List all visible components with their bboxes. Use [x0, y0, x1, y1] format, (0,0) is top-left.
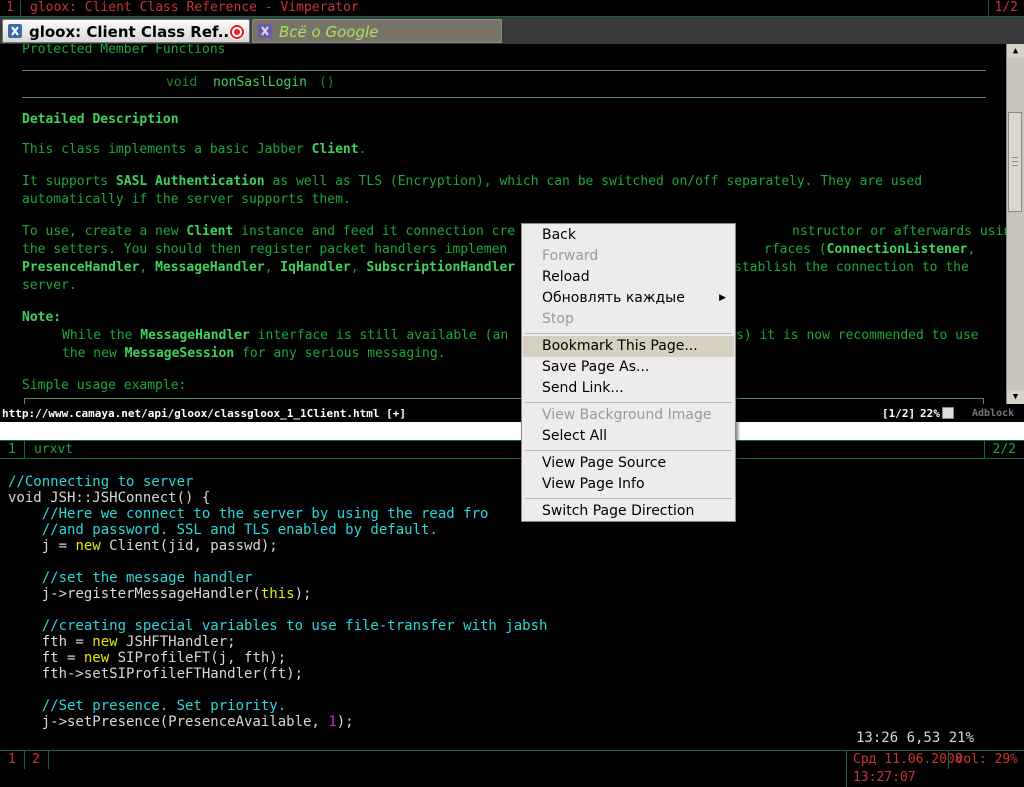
menu-item-view-background[interactable]: View Background Image — [523, 405, 734, 426]
code-line: j->setPresence(PresenceAvailable, 1); — [8, 714, 354, 730]
menu-item-send-link[interactable]: Send Link... — [523, 378, 734, 399]
sasl-link[interactable]: SASL Authentication — [116, 174, 265, 189]
code-line: //and password. SSL and TLS enabled by d… — [8, 522, 438, 538]
tab-gloox[interactable]: gloox: Client Class Ref... — [2, 19, 250, 43]
workspace-2[interactable]: 2 — [24, 751, 49, 769]
status-zoom: 22% — [920, 407, 940, 420]
code-line: //Connecting to server — [8, 474, 194, 490]
code-line: fth = new JSHFTHandler; — [8, 634, 236, 650]
usage-example-heading: Simple usage example: — [22, 378, 187, 393]
context-menu: Back Forward Reload Обновлять каждые ▶ St… — [521, 223, 736, 522]
menu-item-save-page[interactable]: Save Page As... — [523, 357, 734, 378]
menu-item-refresh-every[interactable]: Обновлять каждые ▶ — [523, 288, 734, 309]
menu-item-select-all[interactable]: Select All — [523, 426, 734, 447]
paragraph-3-line-3: PresenceHandler, MessageHandler, IqHandl… — [22, 260, 969, 275]
page-favicon-icon — [258, 24, 272, 38]
terminal-window-number[interactable]: 1 — [0, 441, 25, 458]
code-line: //Set presence. Set priority. — [8, 698, 287, 714]
menu-item-stop[interactable]: Stop — [523, 309, 734, 330]
page-status-icon[interactable] — [942, 407, 954, 419]
paragraph-1: This class implements a basic Jabber Cli… — [22, 142, 367, 157]
presence-handler-link[interactable]: PresenceHandler — [22, 260, 139, 275]
note-text: While the MessageHandler interface is st… — [62, 328, 979, 343]
menu-separator — [525, 333, 732, 334]
menu-separator — [525, 498, 732, 499]
terminal-editor[interactable]: //Connecting to server void JSH::JSHConne… — [0, 458, 1024, 750]
section-heading: Protected Member Functions — [22, 44, 226, 57]
paragraph-2: It supports SASL Authentication as well … — [22, 174, 923, 189]
subscription-handler-link[interactable]: SubscriptionHandler — [366, 260, 515, 275]
menu-item-forward[interactable]: Forward — [523, 246, 734, 267]
divider — [22, 97, 986, 98]
tab-close-icon[interactable] — [229, 24, 245, 40]
code-line: j->registerMessageHandler(this); — [8, 586, 312, 602]
scrollbar-thumb[interactable] — [1008, 112, 1022, 212]
code-line: //creating special variables to use file… — [8, 618, 548, 634]
menu-item-bookmark[interactable]: Bookmark This Page... — [523, 336, 734, 357]
status-tab-position: [1/2] — [882, 407, 916, 420]
web-page-content: Protected Member Functions void nonSaslL… — [0, 44, 1006, 404]
code-line: //set the message handler — [8, 570, 253, 586]
volume: vol: 29% — [948, 751, 1024, 769]
method-return-type: void — [166, 75, 198, 90]
menu-item-reload[interactable]: Reload — [523, 267, 734, 288]
menu-separator — [525, 402, 732, 403]
code-line: fth->setSIProfileFTHandler(ft); — [8, 666, 304, 682]
terminal-title-bar: 1 urxvt 2/2 — [0, 440, 1024, 459]
tab-bar: gloox: Client Class Ref... Всё о Google — [0, 17, 1024, 45]
menu-separator — [525, 450, 732, 451]
message-session-link[interactable]: MessageSession — [125, 346, 235, 361]
window-number[interactable]: 1 — [0, 0, 21, 16]
window-counter: 1/2 — [987, 0, 1024, 16]
window-title: gloox: Client Class Reference - Vimperat… — [30, 0, 359, 15]
tab-label: gloox: Client Class Ref... — [29, 23, 235, 41]
menu-item-view-info[interactable]: View Page Info — [523, 474, 734, 495]
terminal-title: urxvt — [34, 442, 74, 457]
divider — [22, 70, 986, 71]
note-text-line-2: the new MessageSession for any serious m… — [62, 346, 446, 361]
iq-handler-link[interactable]: IqHandler — [280, 260, 350, 275]
window-title-bar: 1 gloox: Client Class Reference - Vimper… — [0, 0, 1024, 17]
code-line: ft = new SIProfileFT(j, fth); — [8, 650, 287, 666]
code-line: j = new Client(jid, passwd); — [8, 538, 278, 554]
gloox-favicon-icon — [8, 24, 22, 38]
method-link[interactable]: nonSaslLogin — [213, 75, 307, 90]
scroll-up-icon[interactable]: ▲ — [1007, 44, 1024, 58]
command-line[interactable] — [0, 422, 1024, 440]
cursor-position: 13:26 6,53 21% — [856, 730, 975, 746]
connection-listener-link[interactable]: ConnectionListener — [827, 242, 968, 257]
status-url: http://www.camaya.net/api/gloox/classglo… — [2, 407, 406, 420]
menu-item-switch-direction[interactable]: Switch Page Direction — [523, 501, 734, 522]
page-scrollbar[interactable]: ▲ ▼ — [1006, 44, 1024, 404]
scroll-down-icon[interactable]: ▼ — [1007, 390, 1024, 404]
terminal-counter: 2/2 — [983, 441, 1024, 458]
code-example-box — [24, 398, 984, 404]
paragraph-3: To use, create a new Client instance and… — [22, 224, 1006, 239]
client-link[interactable]: Client — [186, 224, 233, 239]
tab-label: Всё о Google — [279, 23, 379, 41]
submenu-arrow-icon: ▶ — [719, 293, 726, 303]
menu-item-back[interactable]: Back — [523, 225, 734, 246]
adblock-indicator[interactable]: Adblock — [972, 405, 1014, 422]
statusline: http://www.camaya.net/api/gloox/classglo… — [0, 405, 1024, 422]
note-label: Note: — [22, 310, 62, 325]
message-handler-link[interactable]: MessageHandler — [155, 260, 265, 275]
code-line: void JSH::JSHConnect() { — [8, 490, 211, 506]
message-handler-link-2[interactable]: MessageHandler — [140, 328, 250, 343]
paragraph-3-line-2: the setters. You should then register pa… — [22, 242, 976, 257]
paragraph-3-line-4: server. — [22, 278, 77, 293]
paragraph-2-line-2: automatically if the server supports the… — [22, 192, 351, 207]
method-args: () — [319, 75, 335, 90]
workspace-1[interactable]: 1 — [0, 751, 25, 769]
menu-item-view-source[interactable]: View Page Source — [523, 453, 734, 474]
tab-google[interactable]: Всё о Google — [252, 19, 502, 43]
bottom-status-bar: 1 2 Срд 11.06.2008 13:27:07 vol: 29% — [0, 750, 1024, 787]
detailed-description-heading: Detailed Description — [22, 112, 179, 127]
